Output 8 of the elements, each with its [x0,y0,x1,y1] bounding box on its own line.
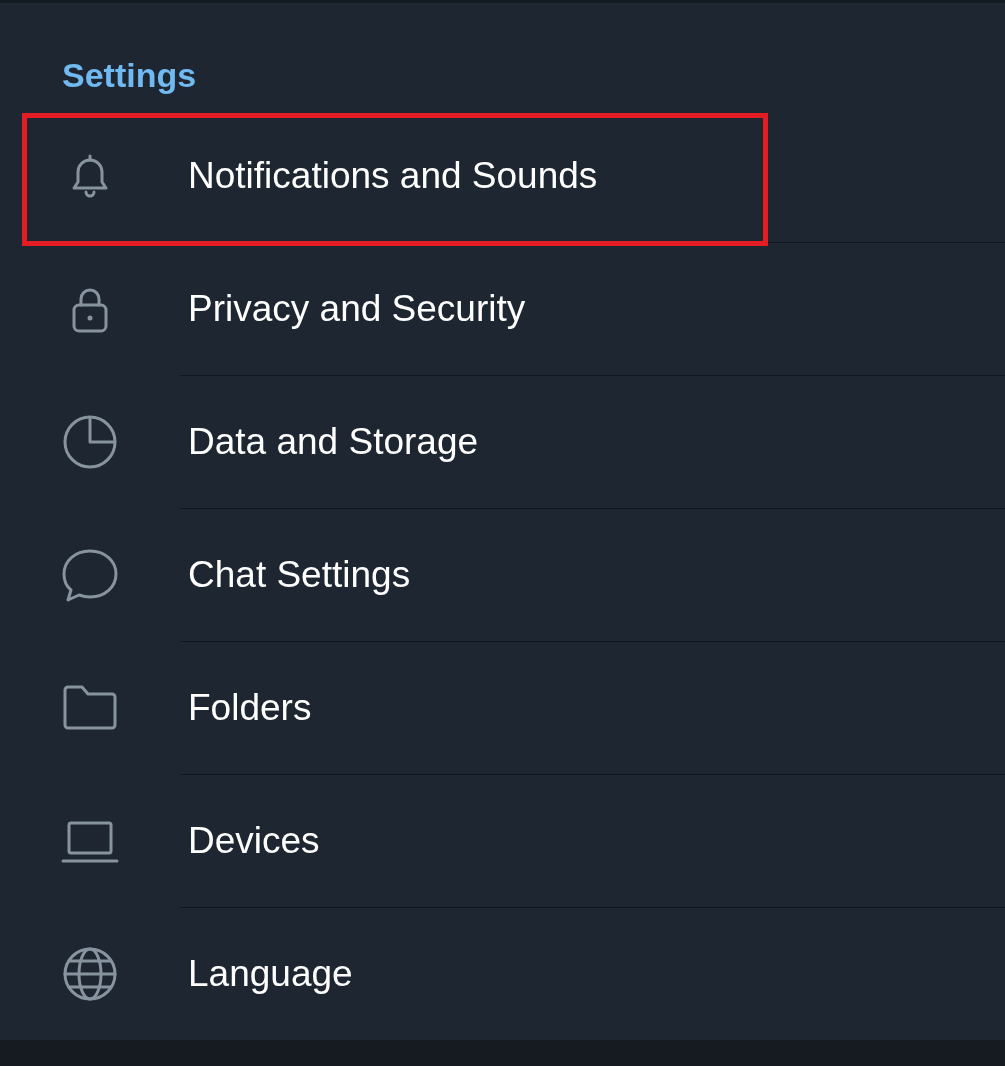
menu-item[interactable]: Privacy and Security [188,281,526,337]
menu-item[interactable]: Folders [188,680,312,736]
menu-item[interactable]: Notifications and Sounds [188,148,598,204]
menu-item[interactable]: Language [188,946,353,1002]
section-title: Settings [61,55,198,96]
menu-item[interactable]: Data and Storage [188,414,479,470]
menu-item[interactable]: Devices [188,813,320,869]
menu-item[interactable]: Chat Settings [188,547,411,603]
